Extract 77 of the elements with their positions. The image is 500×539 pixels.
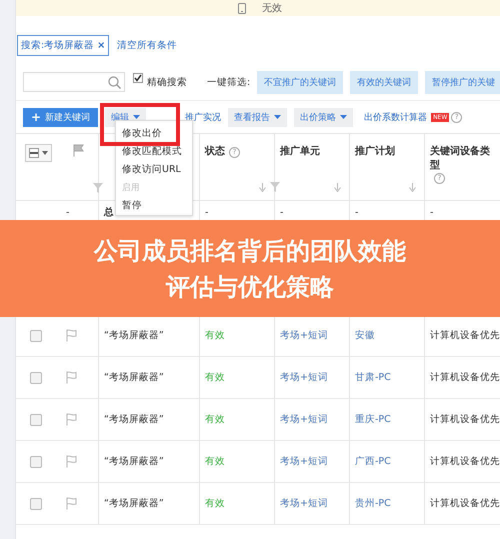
unit-link[interactable]: 考场+短词: [280, 329, 328, 342]
quick-filter-chip[interactable]: 有效的关键词: [350, 70, 418, 94]
row-checkbox[interactable]: [30, 456, 42, 468]
table-cell: 计算机设备优先: [430, 371, 500, 384]
flag-icon[interactable]: [66, 371, 78, 384]
column-header[interactable]: 关键词设备类型: [430, 144, 494, 172]
notice-text: 无效: [262, 2, 282, 15]
status-text: 有效: [205, 371, 225, 384]
total-label: 总: [104, 206, 114, 218]
column-header[interactable]: 推广计划: [355, 144, 395, 158]
table-cell: -: [205, 206, 208, 218]
table-cell: 计算机设备优先: [430, 329, 500, 342]
quick-filter-label: 一键筛选:: [207, 76, 250, 88]
unit-link[interactable]: 考场+短词: [280, 455, 328, 468]
table-cell: -: [280, 206, 284, 218]
row-checkbox[interactable]: [30, 330, 42, 342]
toolbar-link[interactable]: 出价系数计算器: [364, 110, 428, 124]
flag-icon[interactable]: [66, 497, 78, 510]
status-text: 有效: [205, 329, 225, 342]
unit-link[interactable]: 考场+短词: [280, 413, 328, 426]
table-cell: “考场屏蔽器”: [104, 455, 164, 468]
clear-filters-link[interactable]: 清空所有条件: [117, 39, 178, 52]
table-cell: “考场屏蔽器”: [104, 413, 164, 426]
plan-link[interactable]: 广西-PC: [355, 455, 391, 468]
menu-item[interactable]: 暂停: [116, 197, 192, 215]
unit-link[interactable]: 考场+短词: [280, 371, 328, 384]
unit-link[interactable]: 考场+短词: [280, 497, 328, 510]
new-keyword-button[interactable]: + 新建关键词: [23, 108, 98, 126]
table-cell: -: [66, 206, 70, 218]
table-cell: 计算机设备优先: [430, 413, 500, 426]
filter-tag[interactable]: 搜索:考场屏蔽器 ×: [17, 35, 110, 56]
sort-arrow-icon[interactable]: [409, 183, 416, 192]
caret-icon: [340, 115, 348, 119]
select-all-checkbox[interactable]: [25, 144, 52, 162]
caret-icon: [42, 151, 48, 155]
table-cell: “考场屏蔽器”: [104, 371, 164, 384]
table-cell: 计算机设备优先: [430, 455, 500, 468]
menu-item[interactable]: 修改访问URL: [116, 161, 192, 179]
flag-icon: [73, 144, 85, 157]
banner-title: 公司成员排名背后的团队效能: [94, 236, 406, 266]
phone-icon: [238, 2, 246, 14]
row-checkbox[interactable]: [30, 498, 42, 510]
filter-icon[interactable]: [93, 183, 103, 193]
flag-icon[interactable]: [66, 413, 78, 426]
plan-link[interactable]: 重庆-PC: [355, 413, 391, 426]
exact-match-checkbox[interactable]: [133, 73, 143, 83]
status-text: 有效: [205, 497, 225, 510]
column-header[interactable]: 状态: [205, 144, 225, 158]
menu-item[interactable]: 修改匹配模式: [116, 143, 192, 161]
table-cell: -: [355, 206, 358, 218]
table-cell: “考场屏蔽器”: [104, 497, 164, 510]
row-checkbox[interactable]: [30, 372, 42, 384]
sort-arrow-icon[interactable]: [334, 183, 341, 192]
banner-title: 评估与优化策略: [166, 272, 334, 302]
plan-link[interactable]: 甘肃-PC: [355, 371, 391, 384]
plan-link[interactable]: 贵州-PC: [355, 497, 391, 510]
quick-filter-chip[interactable]: 不宜推广的关键词: [257, 70, 344, 94]
row-checkbox[interactable]: [30, 414, 42, 426]
table-cell: -: [430, 206, 434, 218]
sort-arrow-icon[interactable]: [259, 183, 266, 192]
status-text: 有效: [205, 455, 225, 468]
flag-icon[interactable]: [66, 455, 78, 468]
exact-match-label: 精确搜索: [147, 76, 187, 88]
menu-item[interactable]: 修改出价: [116, 125, 192, 143]
dropdown-button[interactable]: 查看报告: [228, 108, 288, 126]
column-header[interactable]: 推广单元: [280, 144, 320, 158]
dropdown-button[interactable]: 出价策略: [294, 108, 354, 126]
table-cell: 计算机设备优先: [430, 497, 500, 510]
table-cell: “考场屏蔽器”: [104, 329, 164, 342]
status-text: 有效: [205, 413, 225, 426]
plan-link[interactable]: 安徽: [355, 329, 375, 342]
caret-icon: [274, 115, 282, 119]
flag-icon[interactable]: [66, 329, 78, 342]
filter-icon[interactable]: [270, 182, 280, 192]
search-field[interactable]: [23, 72, 125, 92]
quick-filter-chip[interactable]: 暂停推广的关键: [425, 70, 500, 94]
search-icon: [108, 76, 121, 88]
